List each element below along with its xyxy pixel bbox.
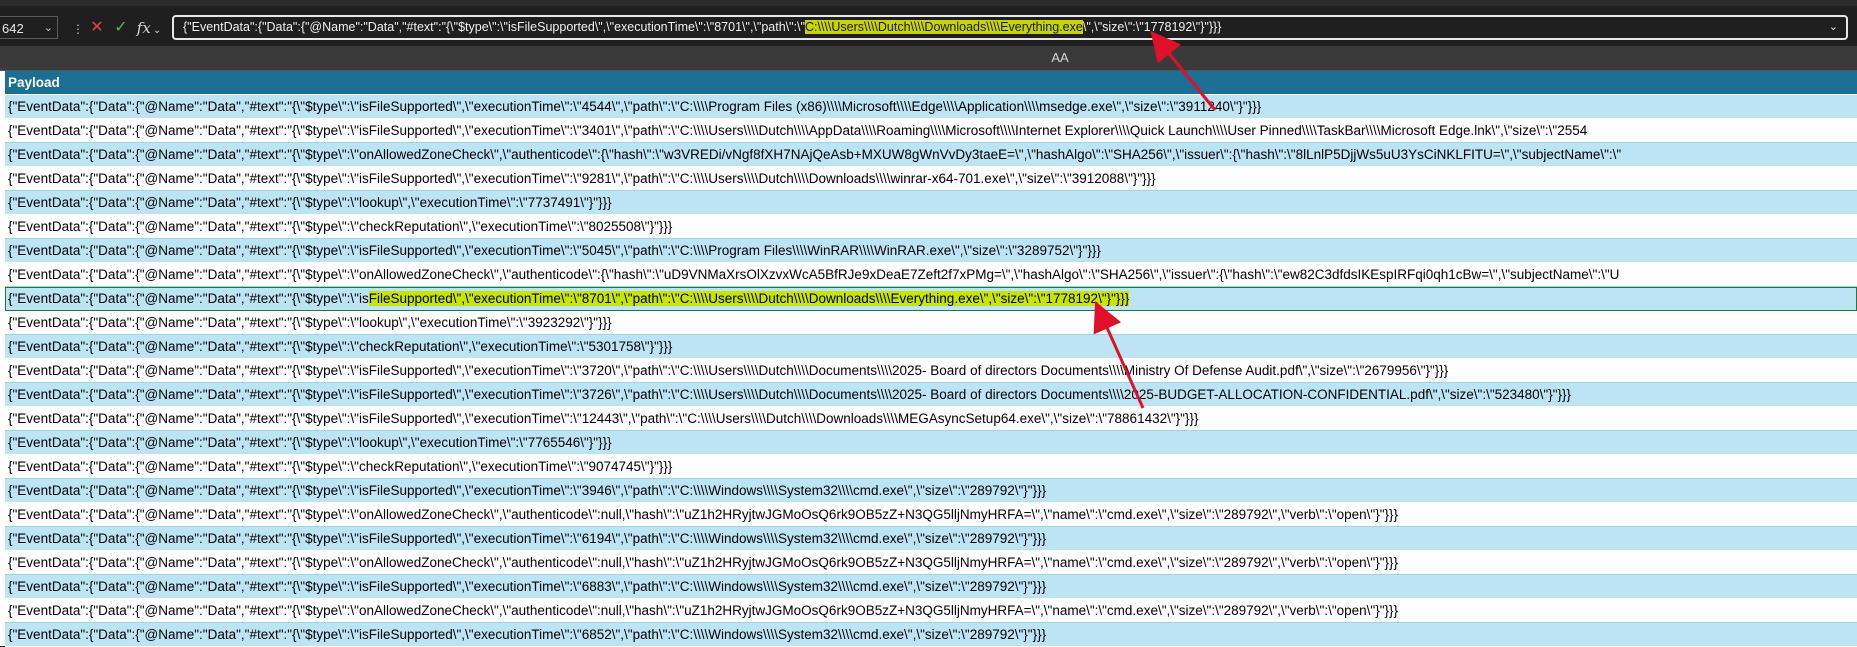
table-row[interactable]: {"EventData":{"Data":{"@Name":"Data","#t… bbox=[5, 263, 1857, 287]
table-row[interactable]: {"EventData":{"Data":{"@Name":"Data","#t… bbox=[5, 527, 1857, 551]
table-row[interactable]: {"EventData":{"Data":{"@Name":"Data","#t… bbox=[5, 575, 1857, 599]
table-header-payload[interactable]: Payload bbox=[5, 71, 1857, 95]
table-row[interactable]: {"EventData":{"Data":{"@Name":"Data","#t… bbox=[5, 95, 1857, 119]
table-row[interactable]: {"EventData":{"Data":{"@Name":"Data","#t… bbox=[5, 119, 1857, 143]
formula-bar: 642 ⌄ ⋮ ✕ ✓ fx ⌄ {"EventData":{"Data":{"@… bbox=[0, 10, 1857, 45]
name-box[interactable]: 642 ⌄ bbox=[0, 16, 58, 39]
table-row[interactable]: {"EventData":{"Data":{"@Name":"Data","#t… bbox=[5, 311, 1857, 335]
table-row[interactable]: {"EventData":{"Data":{"@Name":"Data","#t… bbox=[5, 431, 1857, 455]
cell-text: {"EventData":{"Data":{"@Name":"Data","#t… bbox=[8, 291, 369, 306]
cancel-icon[interactable]: ✕ bbox=[86, 17, 108, 39]
table-row[interactable]: {"EventData":{"Data":{"@Name":"Data","#t… bbox=[5, 239, 1857, 263]
formula-input[interactable]: {"EventData":{"Data":{"@Name":"Data","#t… bbox=[172, 15, 1848, 40]
table-row[interactable]: {"EventData":{"Data":{"@Name":"Data","#t… bbox=[5, 551, 1857, 575]
table-row[interactable]: {"EventData":{"Data":{"@Name":"Data","#t… bbox=[5, 191, 1857, 215]
table-row[interactable]: {"EventData":{"Data":{"@Name":"Data","#t… bbox=[5, 335, 1857, 359]
table-row[interactable]: {"EventData":{"Data":{"@Name":"Data","#t… bbox=[5, 455, 1857, 479]
formula-text-suffix: \",\"size\":\"1778192\"}"}}} bbox=[1082, 20, 1222, 34]
table-row[interactable]: {"EventData":{"Data":{"@Name":"Data","#t… bbox=[5, 623, 1857, 647]
insert-function-icon[interactable]: fx ⌄ bbox=[134, 17, 164, 39]
chevron-down-icon[interactable]: ⌄ bbox=[44, 17, 53, 40]
table-row[interactable]: {"EventData":{"Data":{"@Name":"Data","#t… bbox=[5, 167, 1857, 191]
column-header-aa[interactable]: AA bbox=[1040, 46, 1080, 70]
payload-column: Payload {"EventData":{"Data":{"@Name":"D… bbox=[5, 71, 1857, 647]
column-header-bar: AA bbox=[0, 46, 1857, 71]
table-row[interactable]: {"EventData":{"Data":{"@Name":"Data","#t… bbox=[5, 143, 1857, 167]
formula-text-prefix: {"EventData":{"Data":{"@Name":"Data","#t… bbox=[183, 20, 805, 34]
ribbon-strip bbox=[0, 0, 1857, 6]
table-row[interactable]: {"EventData":{"Data":{"@Name":"Data","#t… bbox=[5, 359, 1857, 383]
name-box-value: 642 bbox=[2, 21, 24, 36]
worksheet: AA Payload {"EventData":{"Data":{"@Name"… bbox=[0, 46, 1857, 647]
formula-text-highlight: C:\\\\Users\\\\Dutch\\\\Downloads\\\\Eve… bbox=[804, 20, 1083, 34]
table-row[interactable]: {"EventData":{"Data":{"@Name":"Data","#t… bbox=[5, 383, 1857, 407]
table-row[interactable]: {"EventData":{"Data":{"@Name":"Data","#t… bbox=[5, 479, 1857, 503]
enter-check-icon[interactable]: ✓ bbox=[110, 17, 132, 39]
table-row[interactable]: {"EventData":{"Data":{"@Name":"Data","#t… bbox=[5, 407, 1857, 431]
table-row[interactable]: {"EventData":{"Data":{"@Name":"Data","#t… bbox=[5, 599, 1857, 623]
table-row[interactable]: {"EventData":{"Data":{"@Name":"Data","#t… bbox=[5, 215, 1857, 239]
table-row[interactable]: {"EventData":{"Data":{"@Name":"Data","#t… bbox=[5, 503, 1857, 527]
more-options-icon[interactable]: ⋮ bbox=[72, 22, 84, 36]
cell-text-highlight: FileSupported\",\"executionTime\":\"8701… bbox=[368, 291, 1130, 306]
expand-formula-icon[interactable]: ⌄ bbox=[1829, 17, 1838, 38]
table-row-selected[interactable]: {"EventData":{"Data":{"@Name":"Data","#t… bbox=[5, 287, 1857, 311]
